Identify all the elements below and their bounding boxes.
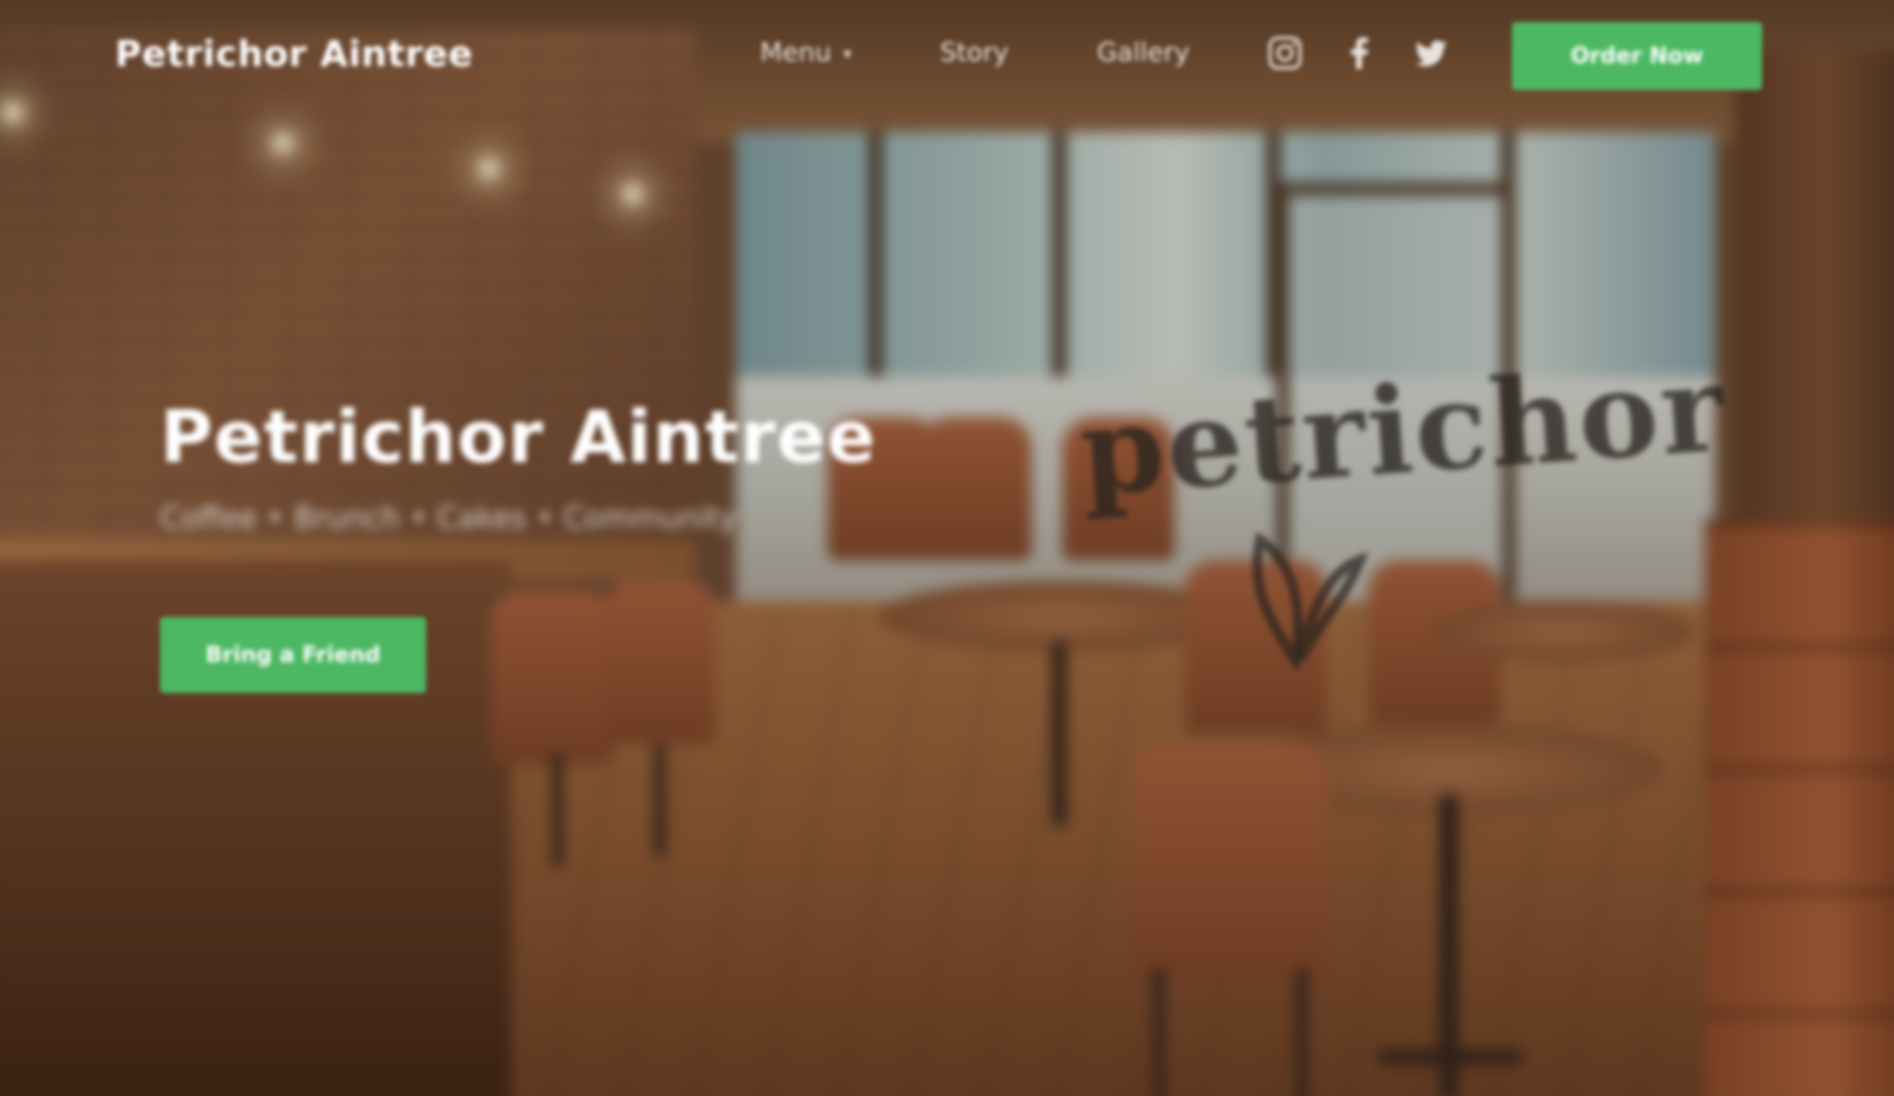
order-now-button[interactable]: Order Now <box>1512 22 1762 90</box>
nav-link-menu-label: Menu <box>760 38 832 68</box>
leaf-logo-icon <box>1252 531 1369 670</box>
nav-link-menu[interactable]: Menu ▾ <box>760 38 940 68</box>
facebook-icon[interactable] <box>1336 30 1382 76</box>
hero-background-image <box>0 0 1894 1096</box>
nav-link-gallery[interactable]: Gallery <box>1097 38 1257 68</box>
hero-section: Petrichor Aintree Coffee • Brunch • Cake… <box>160 395 1260 693</box>
twitter-icon[interactable] <box>1408 30 1454 76</box>
brand-logo-link[interactable]: Petrichor Aintree <box>115 34 473 75</box>
hero-subtitle: Coffee • Brunch • Cakes • Community <box>160 501 737 536</box>
hero-cta-button[interactable]: Bring a Friend <box>160 617 426 693</box>
landing-page: petrichor Petrichor Aintree Menu ▾ Story… <box>0 0 1894 1096</box>
top-navbar: Petrichor Aintree Menu ▾ Story Gallery O… <box>0 0 1894 110</box>
chevron-down-icon: ▾ <box>843 43 852 63</box>
nav-links: Menu ▾ Story Gallery <box>760 38 1257 68</box>
nav-link-story[interactable]: Story <box>940 38 1097 68</box>
instagram-icon[interactable] <box>1262 30 1308 76</box>
hero-title: Petrichor Aintree <box>160 395 877 479</box>
